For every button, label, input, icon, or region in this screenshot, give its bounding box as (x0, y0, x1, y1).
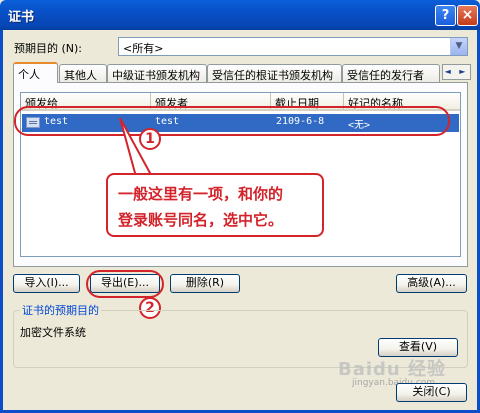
chevron-down-icon[interactable]: ▼ (450, 38, 467, 55)
row-highlight-annotation (14, 106, 450, 136)
tab-personal[interactable]: 个人 (13, 62, 58, 83)
purpose-selected-value: <所有> (123, 42, 164, 55)
import-button[interactable]: 导入(I)... (13, 274, 80, 293)
group-title: 证书的预期目的 (20, 302, 101, 318)
purpose-dropdown[interactable]: <所有> ▼ (118, 37, 468, 56)
tab-trusted-root-ca[interactable]: 受信任的根证书颁发机构 (207, 64, 342, 82)
close-window-button[interactable]: × (457, 5, 478, 26)
tab-other-people[interactable]: 其他人 (59, 64, 107, 82)
tab-intermediate-ca[interactable]: 中级证书颁发机构 (107, 64, 207, 82)
intended-purpose-text: 加密文件系统 (20, 326, 86, 339)
callout-line-1: 一般这里有一项，和你的 (118, 185, 284, 203)
purpose-label: 预期目的 (N): (14, 42, 83, 55)
callout-line-2: 登录账号同名，选中它。 (118, 211, 284, 229)
instruction-callout: 一般这里有一项，和你的 登录账号同名，选中它。 (106, 173, 324, 237)
tab-strip: 个人 其他人 中级证书颁发机构 受信任的根证书颁发机构 受信任的发行者 ◄ ► (13, 62, 471, 83)
window-frame-left (0, 30, 3, 413)
window-title: 证书 (8, 10, 35, 25)
close-button[interactable]: 关闭(C) (396, 383, 467, 402)
advanced-button[interactable]: 高级(A)... (396, 274, 467, 293)
delete-button[interactable]: 删除(R) (170, 274, 240, 293)
title-bar: 证书 ? × (0, 0, 480, 30)
export-highlight-annotation (86, 270, 164, 298)
tab-scroll-arrows-icon[interactable]: ◄ ► (442, 64, 471, 80)
tab-trusted-publishers[interactable]: 受信任的发行者 (342, 64, 440, 82)
help-button[interactable]: ? (435, 5, 456, 26)
step-1-badge: 1 (139, 128, 161, 150)
